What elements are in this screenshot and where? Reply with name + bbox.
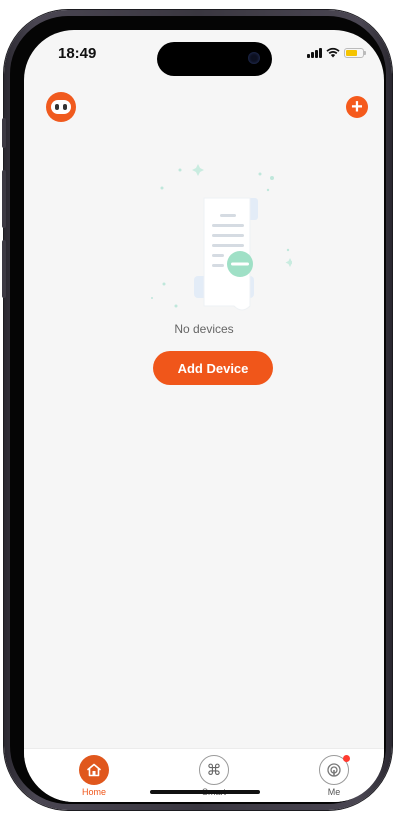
home-indicator[interactable] <box>150 790 260 794</box>
notification-badge <box>343 755 350 762</box>
add-plus-button[interactable]: + <box>346 96 368 118</box>
phone-bezel: 18:49 + No devices Add Device Home ⌘ Me <box>10 16 386 804</box>
status-icons <box>307 47 366 58</box>
camera-icon <box>248 52 260 64</box>
tab-home-label: Home <box>81 787 106 797</box>
battery-icon <box>344 47 366 58</box>
dynamic-island <box>157 42 272 76</box>
phone-frame: 18:49 + No devices Add Device Home ⌘ Me <box>4 10 392 810</box>
empty-document-icon <box>151 164 292 311</box>
action-button <box>2 118 6 148</box>
signal-icon <box>307 47 322 58</box>
add-device-button[interactable]: Add Device <box>153 351 273 385</box>
app-screen: 18:49 + No devices Add Device Home ⌘ Me <box>24 30 384 802</box>
robot-avatar-icon[interactable] <box>46 92 76 122</box>
tab-home[interactable]: Home <box>64 755 124 797</box>
command-icon: ⌘ <box>199 755 229 785</box>
tab-me-label: Me <box>327 787 341 797</box>
empty-state-message: No devices <box>174 322 234 336</box>
volume-down-button <box>2 240 6 298</box>
status-time: 18:49 <box>58 45 97 62</box>
tab-me[interactable]: Me <box>304 755 364 797</box>
wifi-icon <box>326 47 340 58</box>
volume-up-button <box>2 170 6 228</box>
home-icon <box>79 755 109 785</box>
